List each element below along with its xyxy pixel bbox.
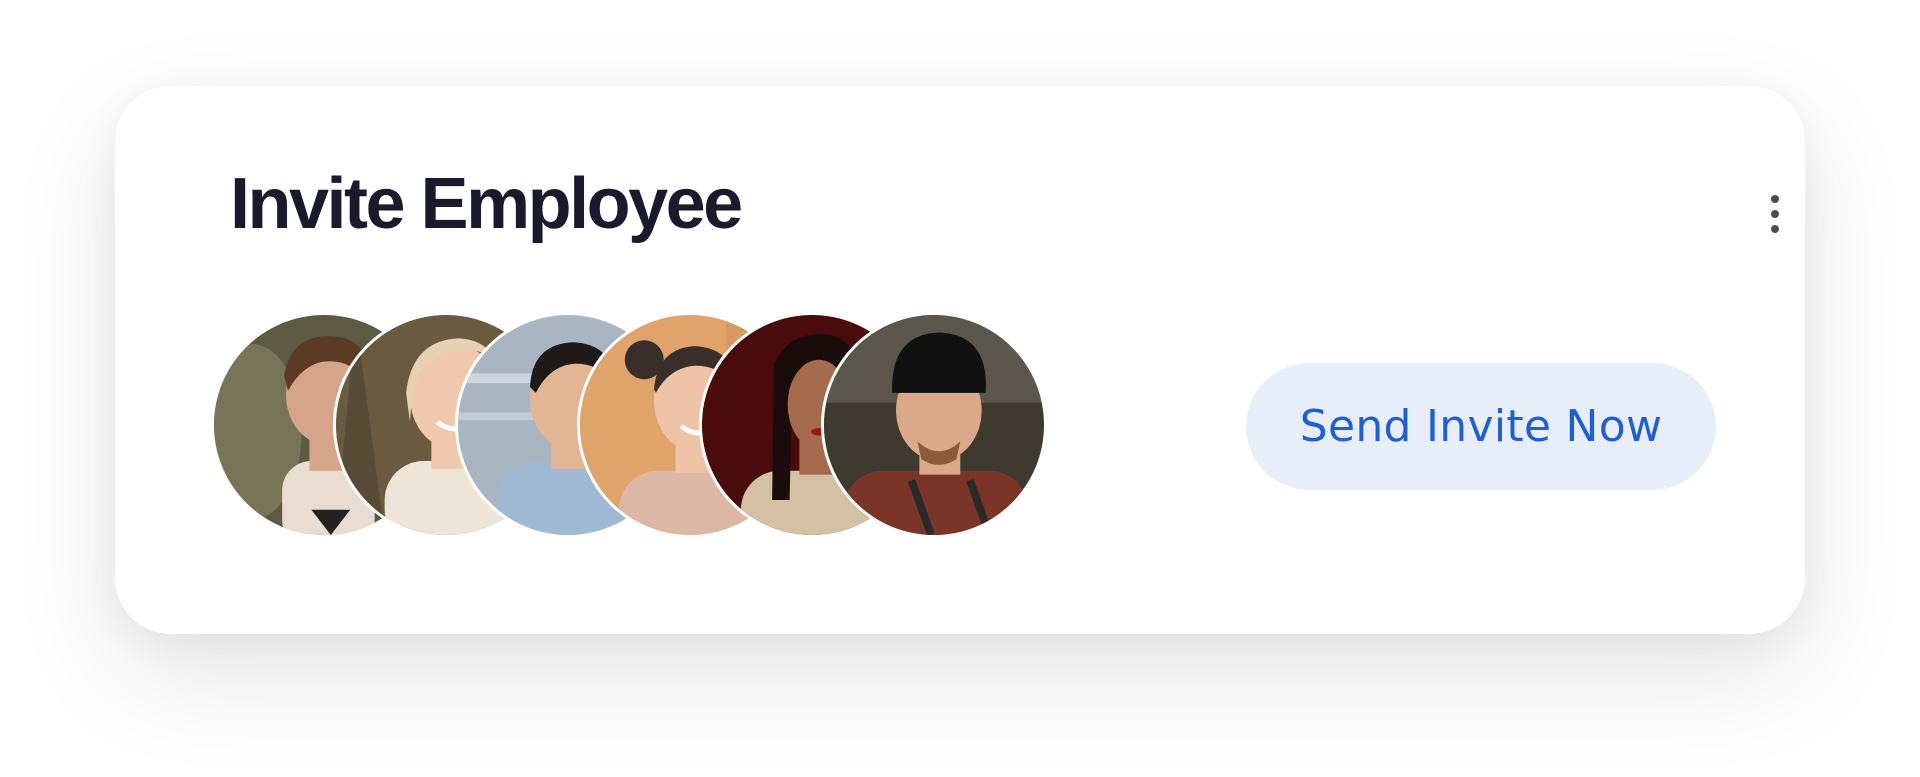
- stage: Invite Employee Send Invite Now: [0, 0, 1920, 777]
- invite-employee-card: Invite Employee Send Invite Now: [115, 86, 1805, 634]
- employee-avatar-stack: [211, 312, 1071, 542]
- avatar[interactable]: [821, 312, 1047, 538]
- send-invite-button[interactable]: Send Invite Now: [1246, 363, 1716, 490]
- send-invite-button-label: Send Invite Now: [1299, 401, 1663, 452]
- card-title: Invite Employee: [230, 164, 743, 244]
- more-vertical-icon: [1771, 195, 1779, 233]
- avatar-photo-employee-6: [824, 315, 1044, 535]
- more-options-button[interactable]: [1757, 182, 1793, 246]
